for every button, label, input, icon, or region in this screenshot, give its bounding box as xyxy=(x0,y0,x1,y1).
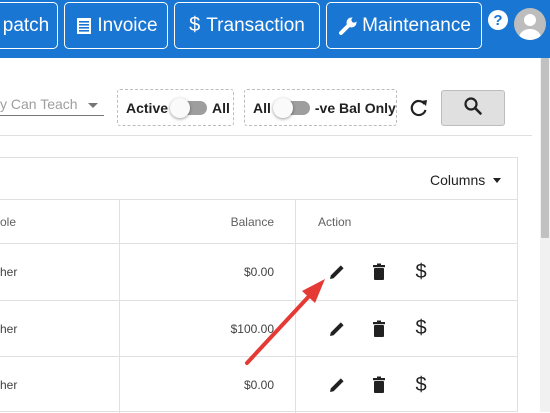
invoice-icon xyxy=(74,16,94,36)
active-label: Active xyxy=(126,99,169,116)
role-cell: her xyxy=(0,378,18,392)
switch-knob xyxy=(272,97,293,118)
negative-balance-label: -ve Bal Only xyxy=(314,99,396,116)
balance-all-label: All xyxy=(253,99,271,116)
edit-icon[interactable] xyxy=(326,318,348,340)
edit-icon[interactable] xyxy=(326,261,348,283)
invoice-button[interactable]: Invoice xyxy=(64,2,168,49)
balance-cell: $0.00 xyxy=(243,265,274,279)
chevron-down-icon xyxy=(88,103,98,108)
column-divider xyxy=(119,200,120,413)
row-actions: $ xyxy=(326,301,432,356)
delete-icon[interactable] xyxy=(368,261,390,283)
payment-icon[interactable]: $ xyxy=(410,261,432,283)
table-row: her $0.00 $ xyxy=(0,244,517,301)
refresh-icon[interactable] xyxy=(408,97,430,119)
dispatch-button[interactable]: patch xyxy=(0,2,58,49)
help-icon[interactable]: ? xyxy=(488,10,508,30)
balance-switch[interactable] xyxy=(272,97,310,118)
active-switch[interactable] xyxy=(170,97,208,118)
dollar-icon: $ xyxy=(189,14,201,36)
delete-icon[interactable] xyxy=(368,374,390,396)
can-teach-select[interactable]: y Can Teach xyxy=(0,92,104,116)
columns-button[interactable]: Columns xyxy=(430,172,502,188)
avatar[interactable] xyxy=(514,8,546,40)
top-nav-bar: patch Invoice $ Transaction Maintenance … xyxy=(0,0,550,58)
header-role[interactable]: ole xyxy=(0,200,16,243)
page-scrollbar[interactable] xyxy=(540,58,550,412)
column-divider xyxy=(295,200,296,413)
role-cell: her xyxy=(0,265,18,279)
help-label: ? xyxy=(493,11,503,29)
active-all-label: All xyxy=(212,99,230,116)
table-toolbar: Columns xyxy=(0,158,517,200)
row-actions: $ xyxy=(326,244,432,300)
payment-icon[interactable]: $ xyxy=(410,317,432,340)
header-balance[interactable]: Balance xyxy=(120,200,274,243)
wrench-icon xyxy=(337,15,359,37)
role-cell: her xyxy=(0,321,18,336)
invoice-label: Invoice xyxy=(97,14,158,36)
payment-icon[interactable]: $ xyxy=(410,374,432,396)
dispatch-label: patch xyxy=(2,14,50,36)
transaction-label: Transaction xyxy=(206,14,305,36)
search-button[interactable] xyxy=(441,90,505,126)
switch-knob xyxy=(170,97,191,118)
header-action: Action xyxy=(318,214,352,229)
maintenance-label: Maintenance xyxy=(362,14,471,36)
delete-icon[interactable] xyxy=(368,318,390,340)
row-actions: $ xyxy=(326,357,432,413)
maintenance-button[interactable]: Maintenance xyxy=(326,2,482,49)
active-toggle-group: Active All xyxy=(117,89,234,126)
table-header-row: ole Balance Action xyxy=(0,200,517,244)
caret-down-icon xyxy=(493,177,502,183)
transaction-button[interactable]: $ Transaction xyxy=(174,2,320,49)
balance-cell: $0.00 xyxy=(243,378,274,392)
search-icon xyxy=(463,96,483,121)
can-teach-placeholder: y Can Teach xyxy=(0,96,78,112)
filter-bar: y Can Teach Active All All -ve Bal Only xyxy=(0,58,532,136)
balance-cell: $100.00 xyxy=(230,321,274,336)
table-row: her $0.00 $ xyxy=(0,357,517,413)
table-row: her $100.00 $ xyxy=(0,301,517,357)
columns-label: Columns xyxy=(430,172,486,188)
balance-toggle-group: All -ve Bal Only xyxy=(244,89,397,126)
scroll-thumb[interactable] xyxy=(541,58,549,238)
data-table: Columns ole Balance Action her $0.00 $ h… xyxy=(0,157,518,413)
edit-icon[interactable] xyxy=(326,374,348,396)
